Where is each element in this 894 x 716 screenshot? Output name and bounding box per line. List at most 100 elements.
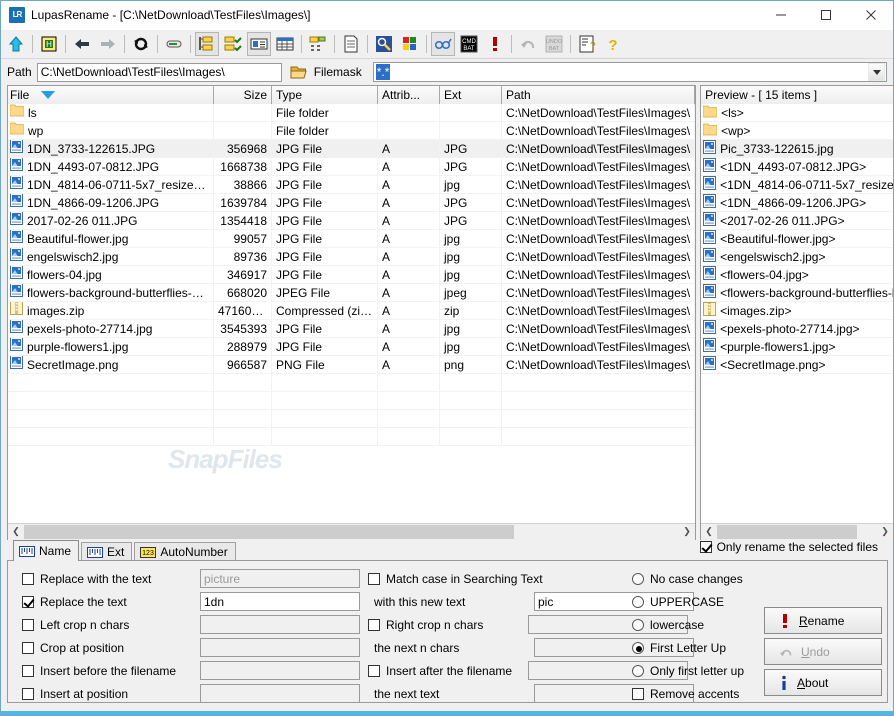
forward-arrow-icon[interactable]	[96, 32, 120, 56]
glasses-icon[interactable]	[431, 32, 455, 56]
table-row[interactable]: flowers-background-butterflies-beau... 66…	[8, 283, 696, 302]
color-squares-icon[interactable]	[398, 32, 422, 56]
table-row[interactable]: images.zip 47160266 Compressed (zipp... Azi…	[8, 301, 696, 320]
subfolder-icon[interactable]	[306, 32, 330, 56]
undo-arrow-icon[interactable]	[516, 32, 540, 56]
tab-ext[interactable]: Ext	[81, 542, 133, 561]
table-row[interactable]: purple-flowers1.jpg 288979 JPG File Ajpg C:\…	[8, 337, 696, 356]
checkbox-left-5[interactable]	[22, 687, 34, 700]
column-header-file[interactable]: File	[8, 86, 214, 104]
scroll-right-icon[interactable]: ❯	[877, 523, 894, 540]
table-row[interactable]: 1DN_4814-06-0711-5x7_resized-1.j... 38866…	[8, 175, 696, 194]
grid-view-icon[interactable]	[273, 32, 297, 56]
input-left-5[interactable]	[200, 684, 360, 703]
list-item[interactable]: <flowers-04.jpg>	[701, 266, 894, 284]
case-option-2[interactable]: lowercase	[632, 613, 744, 636]
list-item[interactable]: <SecretImage.png>	[701, 356, 894, 374]
radio-case-0[interactable]	[632, 572, 644, 585]
tab-autonumber[interactable]: 123 AutoNumber	[134, 542, 236, 561]
rename-button[interactable]: Rename	[764, 607, 882, 634]
input-left-1[interactable]	[200, 592, 360, 611]
only-rename-selected-checkbox[interactable]	[699, 541, 712, 553]
preview-hscrollbar[interactable]: ❮ ❯	[701, 523, 894, 540]
column-header-type[interactable]: Type	[272, 86, 378, 104]
radio-case-1[interactable]	[632, 595, 644, 608]
input-left-2[interactable]	[200, 615, 360, 634]
edit-properties-icon[interactable]: ?	[575, 32, 599, 56]
browse-folder-icon[interactable]	[288, 62, 310, 82]
preview-list-body[interactable]: <ls> <wp> Pic_3733-122615.jpg <1DN_4493-07-…	[701, 104, 894, 523]
close-button[interactable]	[848, 1, 893, 30]
scroll-left-icon[interactable]: ❮	[701, 523, 718, 540]
exclamation-icon[interactable]	[483, 32, 507, 56]
checkbox-left-3[interactable]	[22, 641, 34, 654]
list-item[interactable]: <wp>	[701, 122, 894, 140]
list-item[interactable]: <1DN_4493-07-0812.JPG>	[701, 158, 894, 176]
undo-bat-icon[interactable]: UNDO BAT	[542, 32, 566, 56]
list-item[interactable]: <Beautiful-flower.jpg>	[701, 230, 894, 248]
checkbox-mid-0[interactable]	[368, 572, 380, 585]
column-header-size[interactable]: Size	[214, 86, 272, 104]
list-item[interactable]: <2017-02-26 011.JPG>	[701, 212, 894, 230]
checkbox-left-0[interactable]	[22, 572, 34, 585]
document-icon[interactable]	[339, 32, 363, 56]
radio-case-2[interactable]	[632, 618, 644, 631]
drive-list-icon[interactable]: H	[37, 32, 61, 56]
scroll-track[interactable]	[24, 523, 680, 540]
checkbox-left-4[interactable]	[22, 664, 34, 677]
checkbox-mid-2[interactable]	[368, 618, 380, 631]
path-input[interactable]	[36, 62, 282, 82]
scroll-right-icon[interactable]: ❯	[679, 523, 696, 540]
filemask-value[interactable]: *.*	[375, 64, 391, 80]
list-item[interactable]: Pic_3733-122615.jpg	[701, 140, 894, 158]
up-folder-icon[interactable]	[4, 32, 28, 56]
case-option-4[interactable]: Only first letter up	[632, 659, 744, 682]
only-rename-selected-option[interactable]: Only rename the selected files	[699, 540, 878, 554]
file-list-hscrollbar[interactable]: ❮ ❯	[8, 523, 696, 540]
scroll-thumb[interactable]	[24, 524, 514, 539]
radio-case-3[interactable]	[632, 641, 644, 654]
tab-name[interactable]: Name	[13, 540, 80, 561]
case-option-3[interactable]: First Letter Up	[632, 636, 744, 659]
folder-check-icon[interactable]	[221, 32, 245, 56]
remove-accents-checkbox[interactable]	[632, 687, 644, 700]
column-header-ext[interactable]: Ext	[440, 86, 502, 104]
minimize-button[interactable]	[758, 1, 803, 30]
list-item[interactable]: <images.zip>	[701, 302, 894, 320]
table-row[interactable]: 1DN_4866-09-1206.JPG 1639784 JPG File A JPG C…	[8, 193, 696, 212]
maximize-button[interactable]	[803, 1, 848, 30]
table-row[interactable]: pexels-photo-27714.jpg 3545393 JPG File Ajp…	[8, 319, 696, 338]
table-row[interactable]: SecretImage.png 966587 PNG File Apng C:\NetD…	[8, 355, 696, 374]
list-item[interactable]: <ls>	[701, 104, 894, 122]
scroll-track[interactable]	[717, 523, 878, 540]
back-arrow-icon[interactable]	[70, 32, 94, 56]
list-item[interactable]: <1DN_4866-09-1206.JPG>	[701, 194, 894, 212]
filemask-combo[interactable]: *.*	[372, 62, 887, 82]
list-item[interactable]: <pexels-photo-27714.jpg>	[701, 320, 894, 338]
list-item[interactable]: <purple-flowers1.jpg>	[701, 338, 894, 356]
input-left-3[interactable]	[200, 638, 360, 657]
scroll-thumb[interactable]	[717, 524, 858, 539]
floppy-icon[interactable]	[162, 32, 186, 56]
table-row[interactable]: 1DN_3733-122615.JPG 356968 JPG File A JPG C:\…	[8, 139, 696, 158]
list-item[interactable]: <1DN_4814-06-0711-5x7_resized-1.	[701, 176, 894, 194]
undo-button[interactable]: Undo	[764, 638, 882, 665]
remove-accents-option[interactable]: Remove accents	[632, 682, 744, 705]
column-header-path[interactable]: Path	[502, 86, 696, 104]
file-list-body[interactable]: ls File folder C:\NetDownload\TestFiles\Im…	[8, 104, 696, 523]
table-row[interactable]: ls File folder C:\NetDownload\TestFiles\Im…	[8, 104, 696, 122]
list-item[interactable]: <flowers-background-butterflies-bea.	[701, 284, 894, 302]
table-row[interactable]: Beautiful-flower.jpg 99057 JPG File Ajpg C:\…	[8, 229, 696, 248]
about-button[interactable]: About	[764, 669, 882, 696]
case-option-0[interactable]: No case changes	[632, 567, 744, 590]
list-item[interactable]: <engelswisch2.jpg>	[701, 248, 894, 266]
checkbox-mid-4[interactable]	[368, 664, 380, 677]
table-row[interactable]: wp File folder C:\NetDownload\TestFiles\Im…	[8, 121, 696, 140]
cmd-bat-icon[interactable]: CMD BAT	[457, 32, 481, 56]
chevron-down-icon[interactable]	[868, 63, 885, 81]
table-row[interactable]: 2017-02-26 011.JPG 1354418 JPG File A JPG C:\…	[8, 211, 696, 230]
help-icon[interactable]: ?	[601, 32, 625, 56]
checkbox-left-2[interactable]	[22, 618, 34, 631]
details-view-icon[interactable]	[247, 32, 271, 56]
folder-tree-icon[interactable]	[195, 32, 219, 56]
